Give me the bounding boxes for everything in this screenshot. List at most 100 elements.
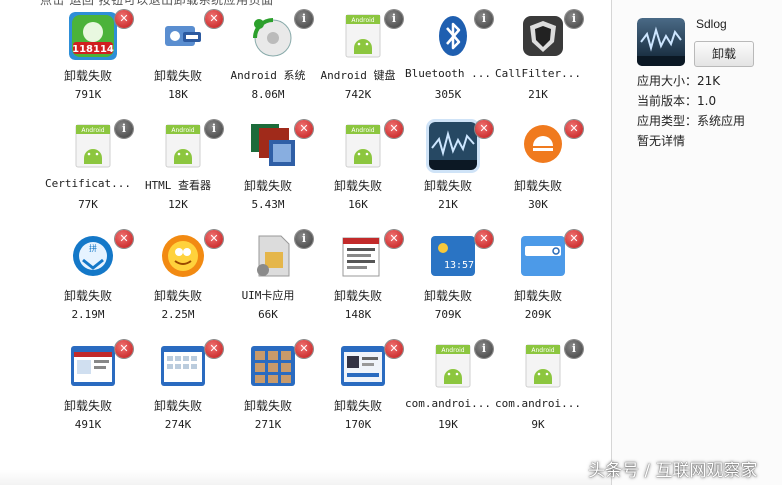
info-badge-icon[interactable]: i <box>115 120 133 138</box>
info-badge-icon[interactable]: i <box>295 10 313 28</box>
app-tile[interactable]: Android i com.androi... 19K <box>403 340 493 450</box>
app-tile[interactable]: 拼 ✕ 卸载失败 2.19M <box>43 230 133 340</box>
app-tile[interactable]: ✕ 卸载失败 491K <box>43 340 133 450</box>
app-size: 271K <box>254 418 282 431</box>
info-badge-icon[interactable]: i <box>475 10 493 28</box>
app-size: 21K <box>438 198 458 211</box>
app-tile[interactable]: i Bluetooth ... 305K <box>403 10 493 120</box>
app-name: Android 系统 <box>230 69 306 82</box>
app-tile[interactable]: 118114 ✕ 卸载失败 791K <box>43 10 133 120</box>
app-tile[interactable]: ✕ 卸载失败 18K <box>133 10 223 120</box>
app-tile[interactable]: i Android 系统 8.06M <box>223 10 313 120</box>
delete-badge-icon[interactable]: ✕ <box>205 10 223 28</box>
search-widget-icon[interactable] <box>519 232 567 280</box>
svg-text:Android: Android <box>441 347 464 354</box>
delete-badge-icon[interactable]: ✕ <box>205 340 223 358</box>
app-name: 卸载失败 <box>513 179 562 193</box>
app-tile[interactable]: 13:57 ✕ 卸载失败 709K <box>403 230 493 340</box>
selected-app-name: Sdlog <box>696 17 727 31</box>
contact-card-icon[interactable] <box>159 12 207 60</box>
delete-badge-icon[interactable]: ✕ <box>475 120 493 138</box>
delete-badge-icon[interactable]: ✕ <box>115 10 133 28</box>
app-tile[interactable]: ✕ 卸载失败 30K <box>493 120 583 230</box>
app-name: CallFilter... <box>494 67 582 80</box>
delete-badge-icon[interactable]: ✕ <box>565 230 583 248</box>
call-filter-shield-icon[interactable] <box>519 12 567 60</box>
app-tile[interactable]: ✕ 卸载失败 274K <box>133 340 223 450</box>
app-name: UIM卡应用 <box>241 289 295 302</box>
app-name: com.androi... <box>494 397 582 410</box>
app-tile[interactable]: ✕ 卸载失败 5.43M <box>223 120 313 230</box>
app-tile[interactable]: Android i com.androi... 9K <box>493 340 583 450</box>
uninstall-button[interactable]: 卸载 <box>694 41 754 67</box>
delete-badge-icon[interactable]: ✕ <box>295 120 313 138</box>
app-size: 709K <box>434 308 462 321</box>
sim-card-icon[interactable] <box>249 232 297 280</box>
delete-badge-icon[interactable]: ✕ <box>385 230 403 248</box>
info-badge-icon[interactable]: i <box>205 120 223 138</box>
app-tile[interactable]: Android i Certificat... 77K <box>43 120 133 230</box>
app-size: 18K <box>168 88 188 101</box>
orange-bubble-icon[interactable] <box>519 122 567 170</box>
app-tile[interactable]: i UIM卡应用 66K <box>223 230 313 340</box>
delete-badge-icon[interactable]: ✕ <box>385 120 403 138</box>
android-default-icon[interactable]: Android <box>339 12 387 60</box>
app-name: Certificat... <box>44 177 132 190</box>
delete-badge-icon[interactable]: ✕ <box>565 120 583 138</box>
delete-badge-icon[interactable]: ✕ <box>475 230 493 248</box>
bluetooth-icon[interactable] <box>429 12 477 60</box>
app-size: 2.25M <box>161 308 195 321</box>
weather-clock-icon[interactable]: 13:57 <box>429 232 477 280</box>
app-name: Bluetooth ... <box>404 67 492 80</box>
chart-app-icon[interactable] <box>426 119 480 173</box>
app-name: 卸载失败 <box>63 289 112 303</box>
delete-badge-icon[interactable]: ✕ <box>295 340 313 358</box>
app-size: 274K <box>164 418 192 431</box>
app-size: 77K <box>78 198 98 211</box>
app-tile[interactable]: i CallFilter... 21K <box>493 10 583 120</box>
app-tile[interactable]: ✕ 卸载失败 21K <box>403 119 493 230</box>
app-size: 491K <box>74 418 102 431</box>
delete-badge-icon[interactable]: ✕ <box>115 340 133 358</box>
app-tile[interactable]: ✕ 卸载失败 2.25M <box>133 230 223 340</box>
watermark: 头条号 / 互联网观察家 <box>588 461 758 481</box>
info-badge-icon[interactable]: i <box>565 10 583 28</box>
web-window-icon[interactable] <box>69 342 117 390</box>
uc-browser-icon[interactable] <box>159 232 207 280</box>
info-badge-icon[interactable]: i <box>565 340 583 358</box>
app-size: 66K <box>258 308 278 321</box>
doc-list-icon[interactable] <box>339 232 387 280</box>
app-tile[interactable]: Android i HTML 查看器 12K <box>133 120 223 230</box>
android-default-icon[interactable]: Android <box>339 122 387 170</box>
pinyin-input-icon[interactable]: 拼 <box>69 232 117 280</box>
app-tile[interactable]: Android ✕ 卸载失败 16K <box>313 120 403 230</box>
info-badge-icon[interactable]: i <box>295 230 313 248</box>
bottom-fade <box>0 470 611 485</box>
android-system-disc-icon[interactable] <box>249 12 297 60</box>
app-name: 卸载失败 <box>333 399 382 413</box>
app-size: 30K <box>528 198 548 211</box>
info-badge-icon[interactable]: i <box>475 340 493 358</box>
delete-badge-icon[interactable]: ✕ <box>205 230 223 248</box>
calendar-window-icon[interactable] <box>159 342 207 390</box>
app-size: 12K <box>168 198 188 211</box>
gallery-icon[interactable] <box>249 342 297 390</box>
app-tile[interactable]: ✕ 卸载失败 209K <box>493 230 583 340</box>
android-default-icon[interactable]: Android <box>159 122 207 170</box>
squares-app-icon[interactable] <box>249 122 297 170</box>
app-name: 卸载失败 <box>153 69 202 83</box>
music-player-icon[interactable] <box>339 342 387 390</box>
android-default-icon[interactable]: Android <box>429 342 477 390</box>
app-tile[interactable]: ✕ 卸载失败 170K <box>313 340 403 450</box>
android-default-icon[interactable]: Android <box>519 342 567 390</box>
app-name: HTML 查看器 <box>144 179 212 192</box>
info-badge-icon[interactable]: i <box>385 10 403 28</box>
app-tile[interactable]: ✕ 卸载失败 148K <box>313 230 403 340</box>
app-tile[interactable]: Android i Android 键盘 742K <box>313 10 403 120</box>
app-tile[interactable]: ✕ 卸载失败 271K <box>223 340 313 450</box>
android-default-icon[interactable]: Android <box>69 122 117 170</box>
phone-icon[interactable]: 118114 <box>69 12 117 60</box>
delete-badge-icon[interactable]: ✕ <box>385 340 403 358</box>
svg-text:Android: Android <box>351 17 374 24</box>
delete-badge-icon[interactable]: ✕ <box>115 230 133 248</box>
